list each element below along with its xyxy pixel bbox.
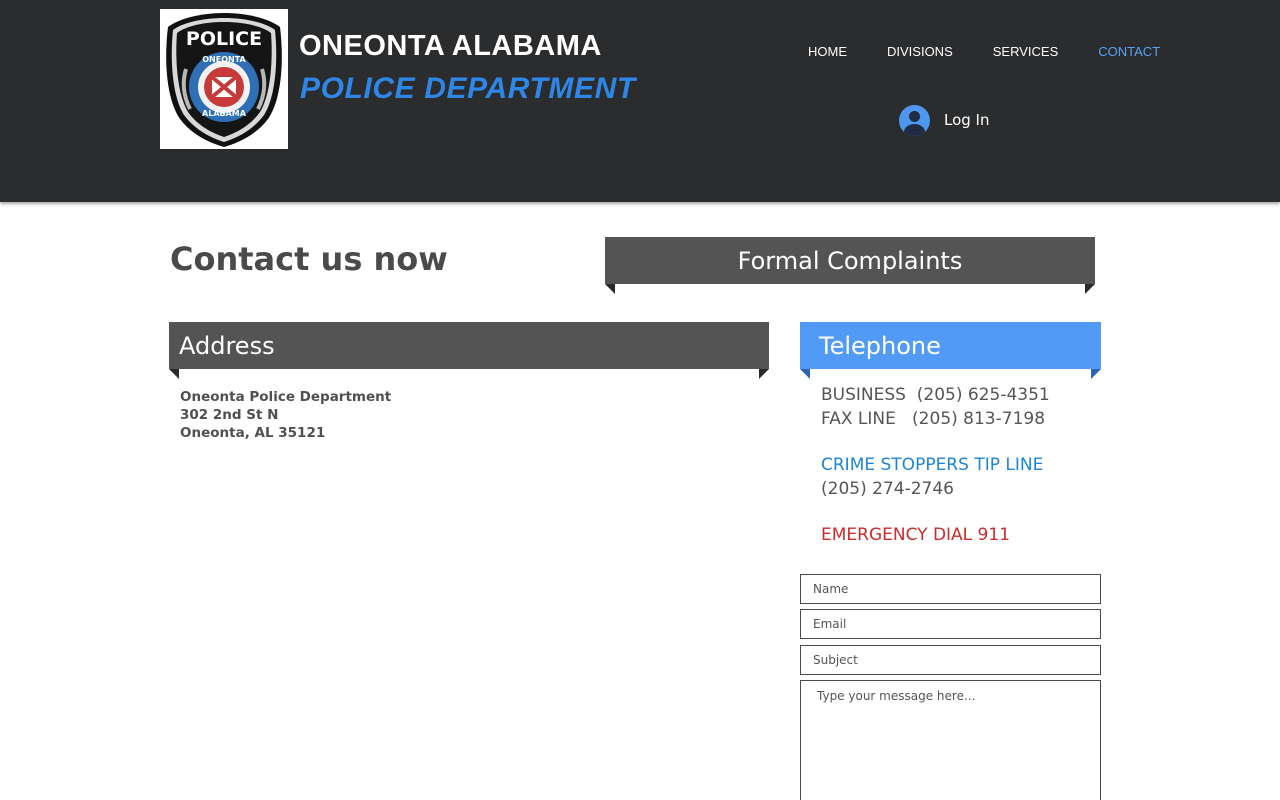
ribbon-fold-left — [800, 369, 810, 379]
formal-complaints-button[interactable]: Formal Complaints — [605, 237, 1095, 294]
login-button[interactable]: Log In — [899, 104, 990, 136]
crime-stoppers-label: CRIME STOPPERS TIP LINE — [821, 455, 1044, 475]
page-title: Contact us now — [170, 240, 448, 278]
business-phone: BUSINESS (205) 625-4351 — [821, 385, 1050, 405]
address-header: Address — [169, 322, 769, 379]
address-block: Oneonta Police Department 302 2nd St N O… — [180, 388, 391, 442]
police-badge-icon: POLICE ONEONTA ALABAMA — [166, 13, 282, 147]
message-textarea[interactable] — [800, 680, 1101, 800]
svg-text:ONEONTA: ONEONTA — [202, 55, 246, 64]
address-line: 302 2nd St N — [180, 407, 279, 423]
fax-phone: FAX LINE (205) 813-7198 — [821, 409, 1046, 429]
formal-complaints-label: Formal Complaints — [737, 246, 963, 275]
telephone-header: Telephone — [800, 322, 1101, 379]
site-header: POLICE ONEONTA ALABAMA ONEONTA ALABAMA P… — [0, 0, 1280, 202]
nav-divisions[interactable]: DIVISIONS — [867, 44, 973, 59]
ribbon-fold-right — [1091, 369, 1101, 379]
site-title-line1: ONEONTA ALABAMA — [299, 30, 602, 62]
ribbon-fold-right — [759, 369, 769, 379]
crime-stoppers-number: (205) 274-2746 — [821, 479, 954, 499]
ribbon-fold-left — [605, 284, 615, 294]
police-badge-logo[interactable]: POLICE ONEONTA ALABAMA — [160, 9, 288, 149]
nav-home[interactable]: HOME — [788, 44, 867, 59]
user-avatar-icon — [899, 104, 930, 136]
ribbon-fold-right — [1085, 284, 1095, 294]
svg-text:ALABAMA: ALABAMA — [202, 109, 247, 118]
name-input[interactable] — [800, 574, 1101, 604]
address-line: Oneonta, AL 35121 — [180, 425, 326, 441]
nav-services[interactable]: SERVICES — [973, 44, 1079, 59]
email-input[interactable] — [800, 609, 1101, 639]
subject-input[interactable] — [800, 645, 1101, 675]
login-label: Log In — [944, 111, 990, 129]
emergency-notice: EMERGENCY DIAL 911 — [821, 525, 1011, 545]
telephone-heading: Telephone — [819, 331, 941, 360]
svg-text:POLICE: POLICE — [186, 28, 262, 50]
ribbon-fold-left — [169, 369, 179, 379]
nav-contact[interactable]: CONTACT — [1078, 44, 1180, 59]
phone-list: BUSINESS (205) 625-4351 FAX LINE (205) 8… — [821, 383, 1050, 547]
address-heading: Address — [179, 331, 275, 360]
address-line: Oneonta Police Department — [180, 389, 392, 405]
main-nav: HOME DIVISIONS SERVICES CONTACT — [788, 44, 1180, 59]
site-title-line2: POLICE DEPARTMENT — [300, 72, 636, 105]
